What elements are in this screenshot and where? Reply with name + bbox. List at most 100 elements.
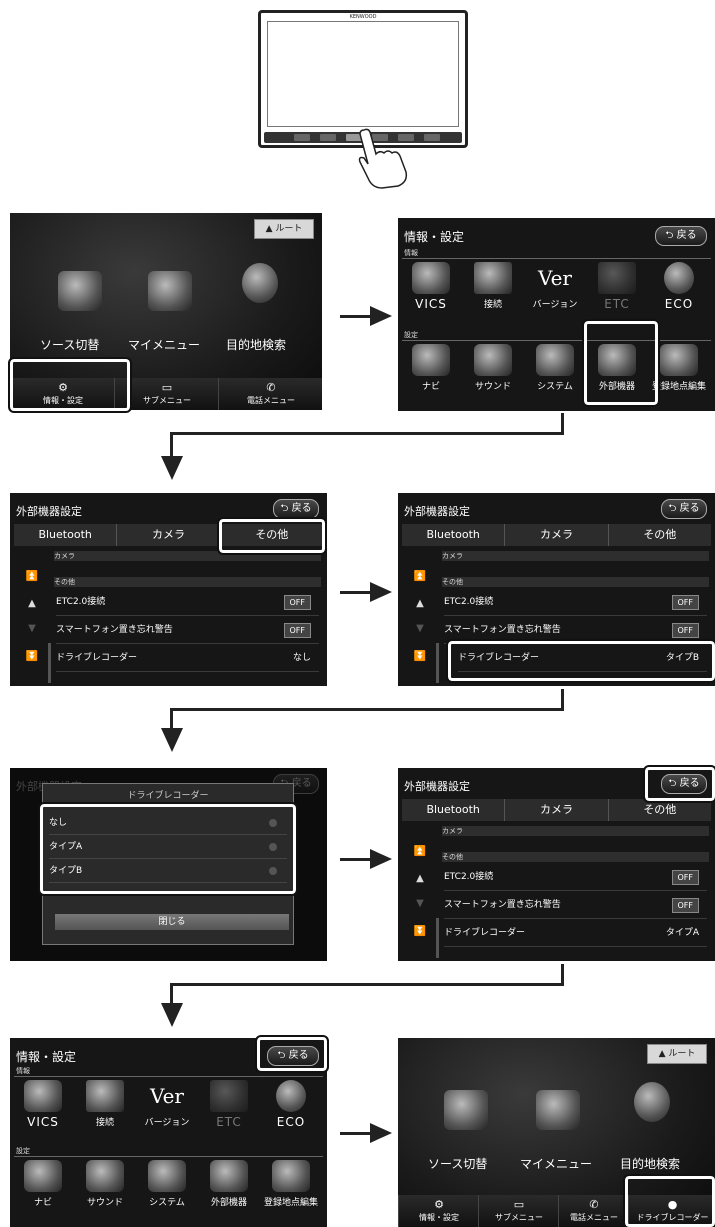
music-note-icon — [58, 271, 102, 311]
tab-bluetooth[interactable]: Bluetooth — [402, 799, 506, 821]
scroll-top-icon[interactable]: ⏫ — [412, 571, 428, 582]
submenu-button[interactable]: ▭ サブメニュー — [478, 1195, 559, 1227]
row-etc[interactable]: ETC2.0接続 OFF — [444, 864, 707, 891]
row-drive-recorder[interactable]: ドライブレコーダー なし — [56, 645, 319, 672]
row-smartphone-alert[interactable]: スマートフォン置き忘れ警告 OFF — [444, 892, 707, 919]
scroll-down-icon[interactable]: ▼ — [412, 623, 428, 634]
back-button[interactable]: ⮌ 戻る — [661, 499, 707, 519]
phone-menu-button[interactable]: ✆ 電話メニュー — [558, 1195, 629, 1227]
vics-label: VICS — [27, 1115, 59, 1129]
version-item[interactable]: Ver バージョン — [138, 1080, 196, 1128]
connection-item[interactable]: 接続 — [76, 1080, 134, 1128]
sound-item[interactable]: サウンド — [76, 1160, 134, 1208]
page-title: 外部機器設定 — [16, 505, 82, 518]
hw-button[interactable] — [294, 134, 310, 141]
divider — [14, 1076, 323, 1077]
tab-other[interactable]: その他 — [609, 524, 711, 546]
vics-item[interactable]: VICS — [402, 262, 460, 311]
navi-icon — [412, 344, 450, 376]
vics-item[interactable]: VICS — [14, 1080, 72, 1129]
hw-button[interactable] — [320, 134, 336, 141]
eco-item[interactable]: ECO — [262, 1080, 320, 1129]
source-switch-item[interactable] — [436, 1090, 496, 1130]
arrow-right-icon — [370, 582, 392, 602]
my-menu-icon — [536, 1090, 580, 1130]
tab-bluetooth[interactable]: Bluetooth — [402, 524, 506, 546]
row-drive-recorder[interactable]: ドライブレコーダー タイプA — [444, 920, 707, 947]
my-menu-icon — [148, 271, 192, 311]
scrollbar[interactable] — [436, 643, 439, 683]
row-smartphone-alert[interactable]: スマートフォン置き忘れ警告 OFF — [444, 617, 707, 644]
pointing-hand-icon — [358, 128, 408, 189]
row-label: スマートフォン置き忘れ警告 — [444, 625, 561, 635]
submenu-label: サブメニュー — [143, 396, 191, 405]
navi-item[interactable]: ナビ — [14, 1160, 72, 1208]
navi-item[interactable]: ナビ — [402, 344, 460, 392]
connection-item[interactable]: 接続 — [464, 262, 522, 310]
scroll-bottom-icon[interactable]: ⏬ — [412, 926, 428, 937]
scroll-up-icon[interactable]: ▲ — [24, 598, 40, 609]
scroll-top-icon[interactable]: ⏫ — [412, 846, 428, 857]
toggle-smartphone-alert[interactable]: OFF — [671, 898, 699, 913]
eco-item[interactable]: ECO — [650, 262, 708, 311]
external-device-item[interactable]: 外部機器 — [200, 1160, 258, 1208]
system-item[interactable]: システム — [138, 1160, 196, 1208]
scroll-down-icon[interactable]: ▼ — [24, 623, 40, 634]
hw-button[interactable] — [424, 134, 440, 141]
my-menu-item[interactable] — [140, 271, 200, 311]
scroll-up-icon[interactable]: ▲ — [412, 598, 428, 609]
version-item[interactable]: Ver バージョン — [526, 262, 584, 310]
scroll-bottom-icon[interactable]: ⏬ — [412, 651, 428, 662]
tab-camera[interactable]: カメラ — [505, 524, 609, 546]
destination-search-item[interactable] — [230, 263, 290, 303]
source-switch-item[interactable] — [50, 271, 110, 311]
etc-item[interactable]: ETC — [588, 262, 646, 311]
subsection-camera: カメラ — [442, 826, 709, 836]
etc-item[interactable]: ETC — [200, 1080, 258, 1129]
scroll-down-icon[interactable]: ▼ — [412, 898, 428, 909]
back-button[interactable]: ⮌ 戻る — [655, 226, 707, 246]
toggle-etc[interactable]: OFF — [671, 870, 699, 885]
tab-camera[interactable]: カメラ — [117, 524, 221, 546]
back-label: 戻る — [679, 503, 700, 514]
close-button[interactable]: 閉じる — [55, 914, 289, 930]
tab-bluetooth[interactable]: Bluetooth — [14, 524, 118, 546]
etc-icon — [210, 1080, 248, 1112]
back-button[interactable]: ⮌ 戻る — [273, 499, 319, 519]
toggle-etc[interactable]: OFF — [283, 595, 311, 610]
system-item[interactable]: システム — [526, 344, 584, 392]
info-settings-button[interactable]: ⚙ 情報・設定 — [398, 1195, 479, 1227]
sound-item[interactable]: サウンド — [464, 344, 522, 392]
connection-icon — [86, 1080, 124, 1112]
route-button[interactable]: ▲ ルート — [647, 1044, 707, 1064]
registered-points-item[interactable]: 登録地点編集 — [262, 1160, 320, 1208]
toggle-etc[interactable]: OFF — [671, 595, 699, 610]
back-label: 戻る — [676, 230, 697, 241]
submenu-label: サブメニュー — [495, 1213, 543, 1222]
scroll-up-icon[interactable]: ▲ — [412, 873, 428, 884]
info-settings-screen: 情報・設定 ⮌ 戻る 情報 VICS 接続 Ver バージョン ETC ECO 設… — [398, 218, 715, 411]
scrollbar[interactable] — [436, 918, 439, 958]
toggle-smartphone-alert[interactable]: OFF — [671, 623, 699, 638]
phone-menu-button[interactable]: ✆ 電話メニュー — [218, 378, 322, 410]
connection-label: 接続 — [95, 1118, 114, 1128]
registered-points-item[interactable]: 登録地点編集 — [650, 344, 708, 392]
tab-camera[interactable]: カメラ — [505, 799, 609, 821]
row-etc[interactable]: ETC2.0接続 OFF — [444, 589, 707, 616]
my-menu-item[interactable] — [528, 1090, 588, 1130]
row-label: スマートフォン置き忘れ警告 — [56, 625, 173, 635]
row-etc[interactable]: ETC2.0接続 OFF — [56, 589, 319, 616]
divider — [402, 340, 711, 341]
toggle-smartphone-alert[interactable]: OFF — [283, 623, 311, 638]
scroll-bottom-icon[interactable]: ⏬ — [24, 651, 40, 662]
highlight-drive-recorder-button — [623, 1174, 715, 1227]
navi-label: ナビ — [421, 382, 440, 392]
tab-other[interactable]: その他 — [609, 799, 711, 821]
destination-search-item[interactable] — [622, 1082, 682, 1122]
scrollbar[interactable] — [48, 643, 51, 683]
route-button[interactable]: ▲ ルート — [254, 219, 314, 239]
connector-line — [170, 983, 564, 986]
page-title: 情報・設定 — [404, 230, 465, 244]
scroll-top-icon[interactable]: ⏫ — [24, 571, 40, 582]
row-smartphone-alert[interactable]: スマートフォン置き忘れ警告 OFF — [56, 617, 319, 644]
